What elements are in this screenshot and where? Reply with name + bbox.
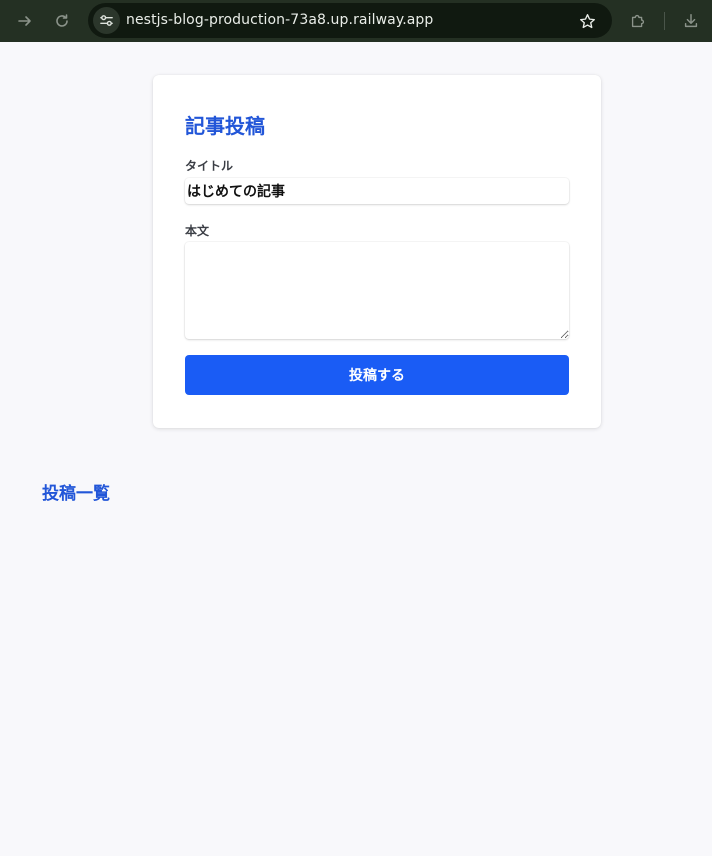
submit-post-button[interactable]: 投稿する: [185, 355, 569, 395]
body-field-label: 本文: [185, 224, 210, 238]
url-text[interactable]: nestjs-blog-production-73a8.up.railway.a…: [126, 3, 433, 38]
body-textarea[interactable]: [185, 242, 569, 339]
tune-icon[interactable]: [93, 7, 120, 34]
post-list-title: 投稿一覧: [42, 484, 110, 504]
reload-icon[interactable]: [52, 11, 72, 31]
toolbar-divider: [664, 12, 665, 30]
puzzle-icon[interactable]: [628, 11, 648, 31]
title-field-label: タイトル: [185, 159, 234, 173]
address-bar[interactable]: nestjs-blog-production-73a8.up.railway.a…: [88, 3, 612, 38]
download-icon[interactable]: [681, 11, 701, 31]
post-form-title: 記事投稿: [185, 114, 265, 138]
arrow-right-icon[interactable]: [15, 11, 35, 31]
title-input[interactable]: [185, 178, 569, 204]
star-icon[interactable]: [576, 10, 598, 32]
browser-toolbar: nestjs-blog-production-73a8.up.railway.a…: [0, 0, 712, 42]
post-form-card: 記事投稿 タイトル 本文 投稿する: [153, 75, 601, 428]
